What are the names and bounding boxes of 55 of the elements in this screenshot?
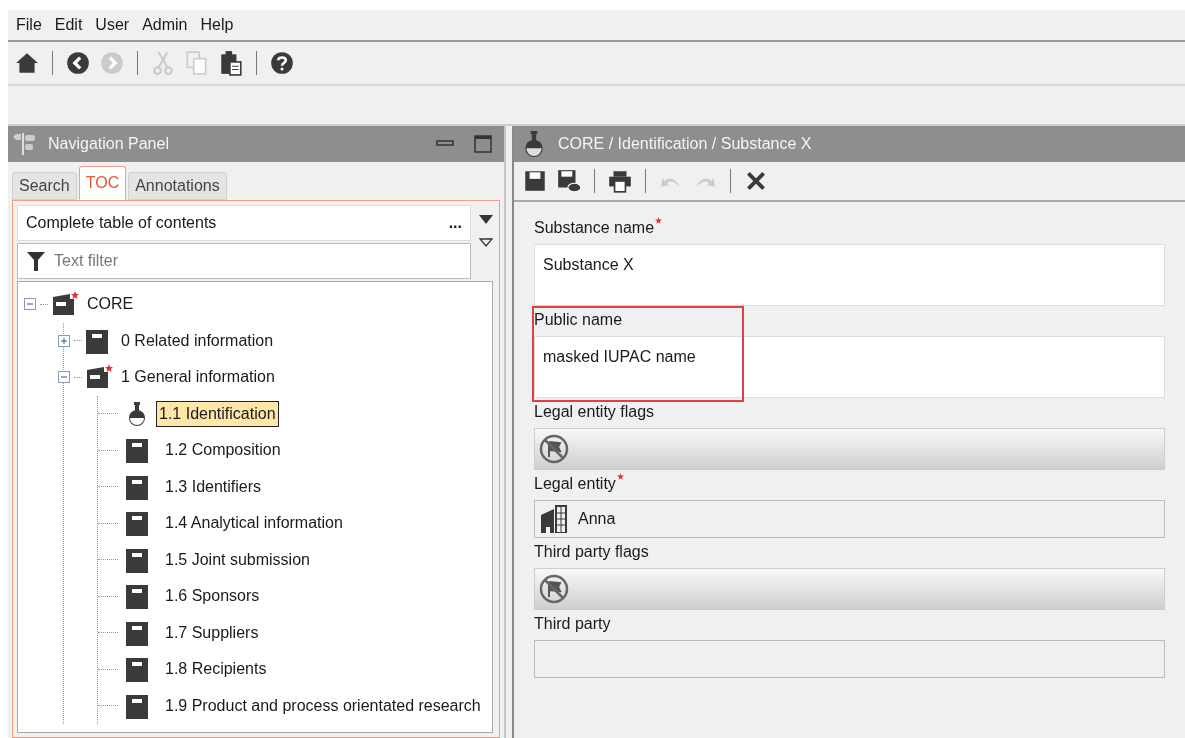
entity-field[interactable]: Anna <box>534 500 1165 538</box>
menu-item[interactable]: Edit <box>54 13 83 37</box>
flags-field[interactable] <box>534 428 1165 470</box>
field-label: Third party <box>534 614 611 634</box>
back-icon[interactable] <box>65 50 91 76</box>
no-flag-icon <box>539 434 569 464</box>
tree-item[interactable]: 1.5 Joint submission <box>162 546 313 573</box>
dropdown-icon[interactable] <box>479 215 493 224</box>
flask-icon <box>522 131 546 157</box>
menu-item[interactable]: User <box>95 13 130 37</box>
menu-item[interactable]: Help <box>200 13 234 37</box>
toc-selector[interactable]: Complete table of contents ... <box>17 205 471 241</box>
save-icon[interactable] <box>522 168 548 194</box>
maximize-icon[interactable] <box>474 135 492 153</box>
panel-title: Navigation Panel <box>48 134 170 154</box>
entity-field[interactable] <box>534 640 1165 678</box>
tree-item[interactable]: 1.8 Recipients <box>162 656 270 683</box>
tree-item[interactable]: 1.1 Identification <box>156 400 279 427</box>
field-label: Legal entity flags <box>534 402 655 422</box>
tree-item[interactable]: CORE <box>84 291 137 318</box>
tab[interactable]: Annotations <box>128 172 227 200</box>
filter-field[interactable]: Text filter <box>17 243 471 279</box>
field-label: Substance name <box>534 218 655 238</box>
dropdown-outline-icon[interactable] <box>479 238 493 247</box>
tree-item[interactable]: 1.2 Composition <box>162 437 284 464</box>
field-label: Public name <box>534 310 623 330</box>
menu-item[interactable]: File <box>16 13 42 37</box>
paste-icon[interactable] <box>218 50 244 76</box>
tree-item[interactable]: 0 Related information <box>118 327 277 354</box>
no-flag-icon <box>539 574 569 604</box>
tree-item[interactable]: 1 General information <box>118 364 278 391</box>
filter-input[interactable]: Text filter <box>54 249 462 273</box>
tree-item[interactable]: 1.4 Analytical information <box>162 510 346 537</box>
text-field[interactable]: Substance X <box>534 244 1165 306</box>
flags-field[interactable] <box>534 568 1165 610</box>
filter-icon <box>26 250 46 272</box>
more-button[interactable]: ... <box>448 211 462 235</box>
field-label: Legal entity <box>534 474 616 494</box>
flask-icon <box>126 401 148 426</box>
tree-item[interactable]: 1.6 Sponsors <box>162 583 263 610</box>
collapse-icon[interactable] <box>24 298 36 311</box>
tab[interactable]: TOC <box>78 166 127 200</box>
document-title: CORE / Identification / Substance X <box>558 134 812 154</box>
text-field[interactable]: masked IUPAC name <box>534 336 1165 398</box>
tree-item[interactable]: 1.7 Suppliers <box>162 619 262 646</box>
menu-item[interactable]: Admin <box>142 13 188 37</box>
print-icon[interactable] <box>607 168 633 194</box>
tree-item[interactable]: 1.9 Product and process orientated research <box>162 692 484 719</box>
collapse-icon[interactable] <box>58 371 70 384</box>
expand-icon[interactable] <box>58 334 70 347</box>
save-comment-icon[interactable] <box>556 168 582 194</box>
tree-item[interactable]: 1.3 Identifiers <box>162 473 265 500</box>
field-label: Third party flags <box>534 542 649 562</box>
help-icon[interactable] <box>269 50 295 76</box>
tab[interactable]: Search <box>12 172 77 200</box>
